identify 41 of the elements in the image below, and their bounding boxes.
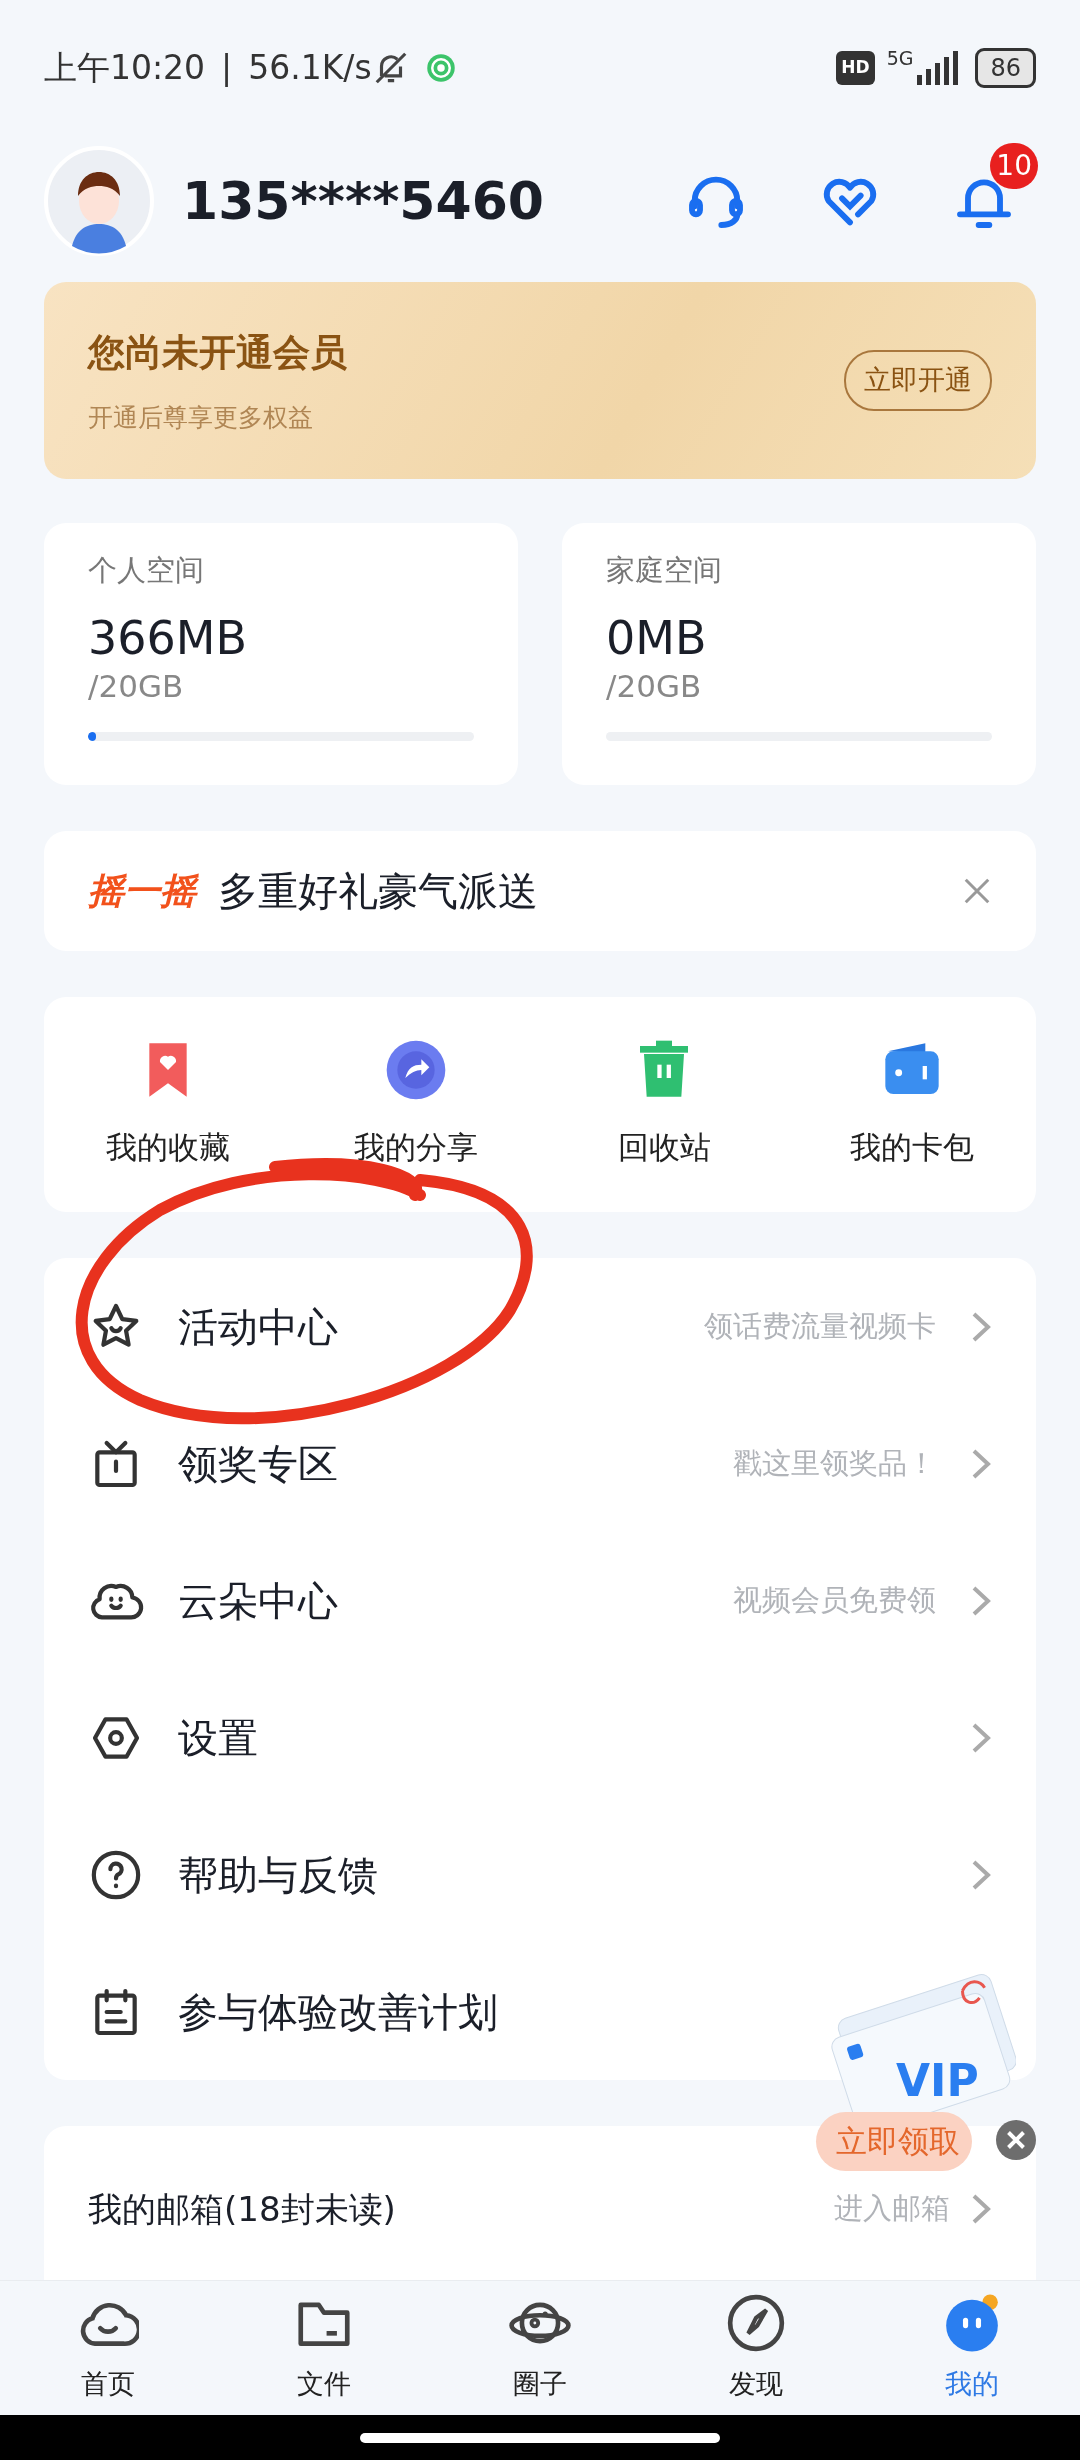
hd-badge: HD: [836, 51, 875, 85]
tab-item[interactable]: 我的: [864, 2281, 1080, 2415]
tool-button[interactable]: 回收站: [540, 1038, 788, 1171]
menu-hint: 视频会员免费领: [733, 1581, 936, 1619]
battery-level: 86: [975, 48, 1036, 88]
network-type-text: 5G: [886, 46, 914, 71]
storage-card[interactable]: 个人空间 366MB /20GB: [44, 523, 518, 785]
menu-hint: 领话费流量视频卡: [704, 1307, 936, 1345]
tool-button[interactable]: 我的分享: [292, 1038, 540, 1171]
membership-subtitle: 开通后尊享更多权益: [88, 401, 314, 434]
menu-item[interactable]: 设置: [178, 1707, 258, 1768]
tab-item[interactable]: 圈子: [432, 2281, 648, 2415]
tool-button[interactable]: 我的收藏: [44, 1038, 292, 1171]
network-speed-text: 56.1K/s: [248, 47, 372, 90]
storage-card[interactable]: 家庭空间 0MB /20GB: [562, 523, 1036, 785]
menu-item[interactable]: 云朵中心: [178, 1570, 338, 1631]
menu-item[interactable]: 参与体验改善计划: [178, 1981, 498, 2042]
storage-total: /20GB: [88, 667, 185, 707]
menu-item[interactable]: 帮助与反馈: [178, 1844, 378, 1905]
notification-count-badge: 10: [990, 143, 1038, 189]
vip-text: VIP: [896, 2055, 979, 2106]
phone-number: 135****5460: [182, 170, 546, 233]
storage-label: 个人空间: [88, 552, 205, 589]
menu-item[interactable]: 活动中心: [178, 1296, 338, 1357]
tab-item[interactable]: 发现: [648, 2281, 864, 2415]
clock-text: 上午10:20: [44, 47, 206, 90]
membership-title: 您尚未开通会员: [88, 330, 348, 376]
activate-button[interactable]: 立即开通: [844, 350, 992, 411]
menu-item[interactable]: 领奖专区: [178, 1433, 338, 1494]
tool-button[interactable]: 我的卡包: [788, 1038, 1036, 1171]
storage-label: 家庭空间: [606, 552, 723, 589]
tab-item[interactable]: 首页: [0, 2281, 216, 2415]
promo-text: 多重好礼豪气派送: [218, 867, 539, 916]
storage-used: 0MB: [606, 612, 708, 664]
storage-total: /20GB: [606, 667, 703, 707]
mailbox-label: 我的邮箱(18封未读): [88, 2187, 396, 2231]
promo-banner[interactable]: 摇一摇 多重好礼豪气派送: [44, 831, 1036, 951]
separator-text: |: [221, 47, 233, 90]
tab-item[interactable]: 文件: [216, 2281, 432, 2415]
menu-hint: 戳这里领奖品！: [733, 1444, 936, 1482]
storage-used: 366MB: [88, 612, 249, 664]
